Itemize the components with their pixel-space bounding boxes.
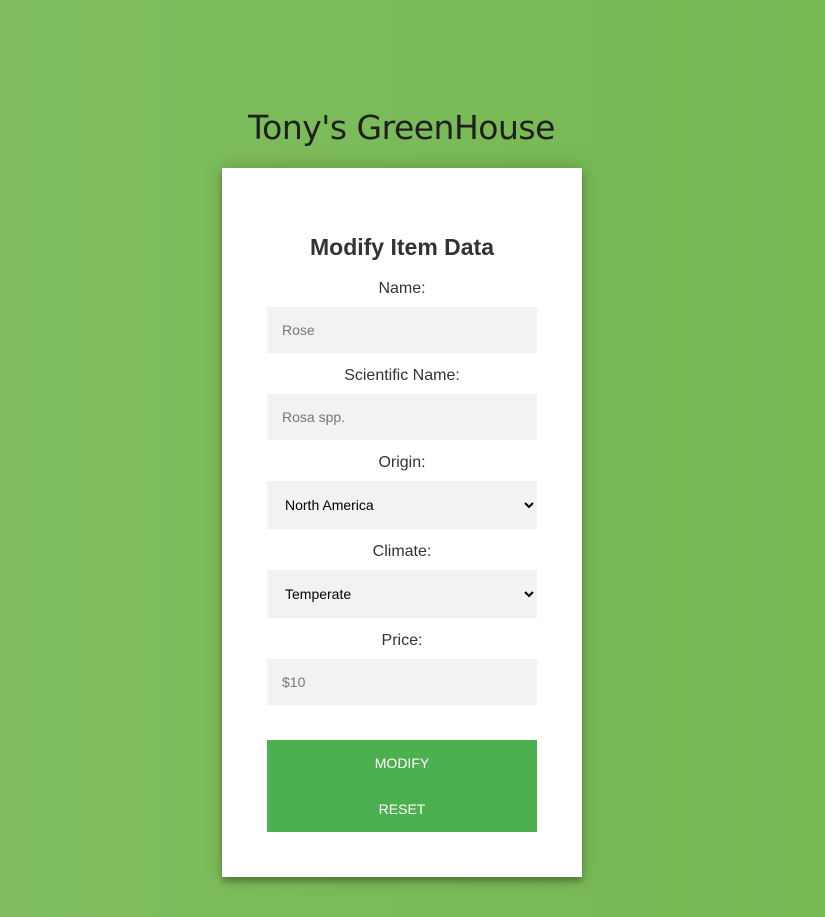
price-label: Price: xyxy=(381,632,423,649)
price-input[interactable] xyxy=(267,659,537,705)
page-title: Tony's GreenHouse xyxy=(248,108,555,147)
origin-label: Origin: xyxy=(378,454,426,471)
scientific-name-input[interactable] xyxy=(267,394,537,440)
name-input[interactable] xyxy=(267,307,537,353)
modify-button[interactable]: MODIFY xyxy=(267,740,537,786)
climate-select[interactable]: Temperate xyxy=(267,570,537,618)
reset-button[interactable]: RESET xyxy=(267,786,537,832)
name-label: Name: xyxy=(378,280,426,297)
climate-label: Climate: xyxy=(372,543,432,560)
modify-item-form: Modify Item Data Name: Scientific Name: … xyxy=(222,168,582,877)
scientific-name-label: Scientific Name: xyxy=(344,367,460,384)
form-heading: Modify Item Data xyxy=(309,234,495,260)
origin-select[interactable]: North America xyxy=(267,481,537,529)
